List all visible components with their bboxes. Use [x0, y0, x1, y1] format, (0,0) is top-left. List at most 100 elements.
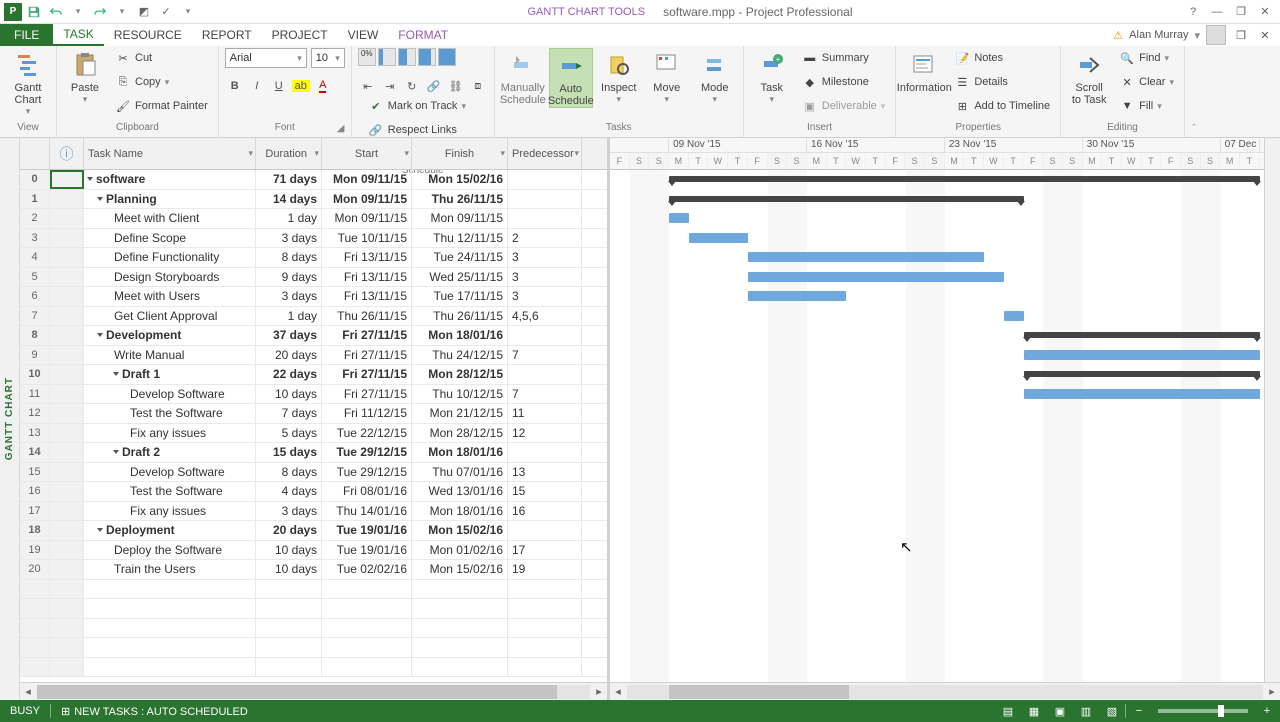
find-button[interactable]: 🔍Find ▾ — [1115, 48, 1178, 68]
row-indicator[interactable] — [50, 307, 84, 326]
finish-cell[interactable]: Mon 18/01/16 — [412, 326, 508, 345]
task-bar[interactable] — [669, 213, 689, 223]
predecessor-cell[interactable] — [508, 365, 582, 384]
row-indicator[interactable] — [50, 365, 84, 384]
table-row[interactable]: 18Deployment20 daysTue 19/01/16Mon 15/02… — [20, 521, 607, 541]
row-number[interactable]: 6 — [20, 287, 50, 306]
predecessor-cell[interactable]: 7 — [508, 346, 582, 365]
table-row[interactable]: 6Meet with Users3 daysFri 13/11/15Tue 17… — [20, 287, 607, 307]
finish-cell[interactable]: Mon 28/12/15 — [412, 365, 508, 384]
table-row[interactable]: 15Develop Software8 daysTue 29/12/15Thu … — [20, 463, 607, 483]
font-dialog-launcher[interactable]: ◢ — [337, 123, 349, 135]
duration-cell[interactable]: 4 days — [256, 482, 322, 501]
col-task-name[interactable]: Task Name▾ — [84, 138, 256, 169]
bgcolor-button[interactable]: ab — [291, 76, 311, 96]
expand-icon[interactable] — [87, 177, 93, 181]
predecessor-cell[interactable]: 11 — [508, 404, 582, 423]
auto-schedule-button[interactable]: AutoSchedule — [549, 48, 593, 108]
grid-body[interactable]: 0software71 daysMon 09/11/15Mon 15/02/16… — [20, 170, 607, 682]
task-name-cell[interactable]: Define Scope — [84, 229, 256, 248]
view-resource-icon[interactable]: ▧ — [1099, 700, 1125, 722]
unlink-button[interactable]: ⛓ — [446, 76, 466, 96]
predecessor-cell[interactable]: 19 — [508, 560, 582, 579]
row-indicator[interactable] — [50, 229, 84, 248]
view-calendar-icon[interactable]: ▥ — [1073, 700, 1099, 722]
col-start[interactable]: Start▾ — [322, 138, 412, 169]
row-indicator[interactable] — [50, 268, 84, 287]
gantt-chart-button[interactable]: GanttChart ▾ — [6, 48, 50, 117]
scroll-to-task-button[interactable]: Scrollto Task — [1067, 48, 1111, 106]
minimize-icon[interactable]: — — [1206, 2, 1228, 22]
link-button[interactable]: 🔗 — [424, 76, 444, 96]
bold-button[interactable]: B — [225, 76, 245, 96]
predecessor-cell[interactable]: 15 — [508, 482, 582, 501]
finish-cell[interactable]: Mon 09/11/15 — [412, 209, 508, 228]
finish-cell[interactable]: Thu 07/01/16 — [412, 463, 508, 482]
row-number[interactable]: 3 — [20, 229, 50, 248]
start-cell[interactable]: Tue 19/01/16 — [322, 541, 412, 560]
row-indicator[interactable] — [50, 443, 84, 462]
predecessor-cell[interactable] — [508, 521, 582, 540]
view-usage-icon[interactable]: ▦ — [1021, 700, 1047, 722]
task-name-cell[interactable]: Get Client Approval — [84, 307, 256, 326]
details-button[interactable]: ☰Details — [950, 72, 1054, 92]
fill-button[interactable]: ▼Fill ▾ — [1115, 96, 1178, 116]
paste-button[interactable]: Paste ▾ — [63, 48, 107, 105]
table-row[interactable]: 19Deploy the Software10 daysTue 19/01/16… — [20, 541, 607, 561]
tab-task[interactable]: TASK — [53, 24, 103, 46]
row-number[interactable]: 0 — [20, 170, 50, 189]
start-cell[interactable]: Fri 27/11/15 — [322, 326, 412, 345]
split-button[interactable]: ⧈ — [468, 76, 488, 96]
predecessor-cell[interactable]: 4,5,6 — [508, 307, 582, 326]
row-indicator[interactable] — [50, 190, 84, 209]
redo-icon[interactable] — [90, 2, 110, 22]
move-button[interactable]: Move▾ — [645, 48, 689, 105]
duration-cell[interactable]: 14 days — [256, 190, 322, 209]
duration-cell[interactable]: 8 days — [256, 463, 322, 482]
row-number[interactable]: 10 — [20, 365, 50, 384]
mode-button[interactable]: Mode▾ — [693, 48, 737, 105]
table-row[interactable]: 2Meet with Client1 dayMon 09/11/15Mon 09… — [20, 209, 607, 229]
finish-cell[interactable]: Mon 28/12/15 — [412, 424, 508, 443]
row-number[interactable]: 16 — [20, 482, 50, 501]
start-cell[interactable]: Fri 13/11/15 — [322, 268, 412, 287]
milestone-button[interactable]: ◆Milestone — [798, 72, 890, 92]
zoom-slider[interactable] — [1158, 709, 1248, 713]
inspect-button[interactable]: Inspect▾ — [597, 48, 641, 105]
row-number[interactable]: 17 — [20, 502, 50, 521]
duration-cell[interactable]: 71 days — [256, 170, 322, 189]
row-indicator[interactable] — [50, 541, 84, 560]
finish-cell[interactable]: Thu 12/11/15 — [412, 229, 508, 248]
task-bar[interactable] — [748, 291, 847, 301]
row-number[interactable]: 20 — [20, 560, 50, 579]
task-name-cell[interactable]: software — [84, 170, 256, 189]
row-number[interactable]: 8 — [20, 326, 50, 345]
task-name-cell[interactable]: Develop Software — [84, 463, 256, 482]
finish-cell[interactable]: Thu 24/12/15 — [412, 346, 508, 365]
table-row[interactable]: 10Draft 122 daysFri 27/11/15Mon 28/12/15 — [20, 365, 607, 385]
help-icon[interactable]: ? — [1182, 2, 1204, 22]
format-painter-button[interactable]: 🖌Format Painter — [111, 96, 212, 116]
row-indicator[interactable] — [50, 463, 84, 482]
duration-cell[interactable]: 15 days — [256, 443, 322, 462]
gantt-body[interactable] — [610, 170, 1280, 682]
row-indicator[interactable] — [50, 170, 84, 189]
row-indicator[interactable] — [50, 346, 84, 365]
save-icon[interactable] — [24, 2, 44, 22]
start-cell[interactable]: Tue 02/02/16 — [322, 560, 412, 579]
predecessor-cell[interactable]: 12 — [508, 424, 582, 443]
task-bar[interactable] — [1024, 350, 1260, 360]
row-indicator[interactable] — [50, 209, 84, 228]
finish-cell[interactable]: Thu 10/12/15 — [412, 385, 508, 404]
summary-bar[interactable] — [669, 176, 1260, 182]
task-bar[interactable] — [1024, 389, 1260, 399]
duration-cell[interactable]: 10 days — [256, 385, 322, 404]
start-cell[interactable]: Tue 10/11/15 — [322, 229, 412, 248]
row-number[interactable]: 19 — [20, 541, 50, 560]
expand-icon[interactable] — [97, 197, 103, 201]
start-cell[interactable]: Fri 27/11/15 — [322, 385, 412, 404]
gantt-h-scrollbar[interactable]: ◂ ▸ — [610, 682, 1280, 700]
task-name-cell[interactable]: Fix any issues — [84, 424, 256, 443]
predecessor-cell[interactable] — [508, 209, 582, 228]
window-close-icon[interactable]: ✕ — [1256, 26, 1274, 44]
